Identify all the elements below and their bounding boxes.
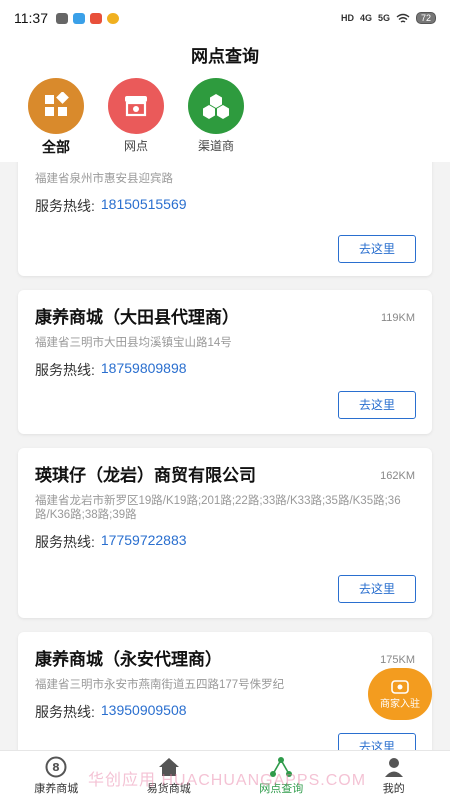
outlet-name: 康养商城（大田县代理商）	[35, 308, 239, 327]
phone-label: 服务热线:	[35, 198, 95, 214]
filter-channel[interactable]: 渠道商	[188, 78, 244, 162]
outlet-card: 康养商城（大田县代理商） 119KM 福建省三明市大田县均溪镇宝山路14号 服务…	[18, 290, 432, 434]
bottom-tab-bar: 8 康养商城 易货商城 网点查询 我的	[0, 750, 450, 800]
outlet-phone-row: 服务热线: 18150515569	[35, 196, 415, 216]
phone-number[interactable]: 17759722883	[101, 532, 187, 552]
bird-icon	[73, 12, 85, 24]
outlet-address: 福建省龙岩市新罗区19路/K19路;201路;22路;33路/K33路;35路/…	[35, 495, 401, 521]
go-here-button[interactable]: 去这里	[338, 235, 416, 263]
go-here-button[interactable]: 去这里	[338, 575, 416, 603]
store-icon	[391, 679, 409, 694]
weibo-icon	[107, 12, 119, 24]
filter-all[interactable]: 全部	[28, 78, 84, 162]
hd-indicator: HD	[340, 13, 354, 23]
status-time: 11:37	[14, 10, 48, 26]
tab-outlet-search[interactable]: 网点查询	[225, 751, 338, 800]
signal-5g: 5G	[377, 13, 390, 23]
shop-icon	[108, 78, 164, 134]
outlet-phone-row: 服务热线: 17759722883	[35, 532, 415, 552]
outlet-address: 福建省三明市永安市燕南街道五四路177号侏罗纪	[35, 679, 285, 691]
page-title: 网点查询	[191, 47, 259, 66]
house-icon	[158, 757, 179, 776]
outlet-head: 康养商城（大田县代理商） 119KM	[35, 290, 415, 328]
svg-text:8: 8	[52, 761, 60, 774]
tab-label: 康养商城	[34, 782, 79, 795]
outlet-address: 福建省泉州市惠安县迎宾路	[35, 173, 173, 185]
outlet-phone-row: 服务热线: 13950909508	[35, 702, 415, 722]
outlet-name: 康养商城（永安代理商）	[35, 650, 222, 669]
filter-label: 全部	[42, 139, 70, 155]
outlet-card: 瑛琪仔（龙岩）商贸有限公司 162KM 福建省龙岩市新罗区19路/K19路;20…	[18, 448, 432, 618]
app-icon	[90, 12, 102, 24]
filter-label: 渠道商	[197, 139, 234, 153]
outlet-distance: 175KM	[380, 654, 415, 666]
merchant-join-label: 商家入驻	[380, 698, 420, 710]
tab-barter-mall[interactable]: 易货商城	[113, 751, 226, 800]
outlet-name: 瑛琪仔（龙岩）商贸有限公司	[35, 466, 256, 485]
tab-label: 易货商城	[146, 782, 191, 795]
notification-icons	[56, 12, 119, 24]
outlet-head: 瑛琪仔（龙岩）商贸有限公司 162KM	[35, 448, 415, 486]
merchant-join-button[interactable]: 商家入驻	[368, 668, 432, 720]
outlet-head: 康养商城（永安代理商） 175KM	[35, 632, 415, 670]
header: 网点查询	[0, 36, 450, 78]
go-here-button[interactable]: 去这里	[338, 391, 416, 419]
phone-number[interactable]: 18759809898	[101, 360, 187, 380]
phone-label: 服务热线:	[35, 534, 95, 550]
home-logo-icon: 8	[45, 756, 67, 777]
tab-label: 我的	[382, 782, 405, 795]
battery-indicator: 72	[415, 12, 436, 24]
grid-icon	[28, 78, 84, 134]
outlet-distance: 119KM	[380, 312, 415, 324]
outlet-phone-row: 服务热线: 18759809898	[35, 360, 415, 380]
phone-number[interactable]: 13950909508	[101, 702, 187, 722]
phone-label: 服务热线:	[35, 704, 95, 720]
user-icon	[384, 757, 403, 777]
phone-label: 服务热线:	[35, 362, 95, 378]
network-icon	[270, 756, 293, 777]
tab-label: 网点查询	[259, 782, 304, 795]
status-bar: 11:37 HD 4G 5G 72	[0, 0, 450, 36]
phone-number[interactable]: 18150515569	[101, 196, 187, 216]
tab-mine[interactable]: 我的	[338, 751, 450, 800]
outlet-address: 福建省三明市大田县均溪镇宝山路14号	[35, 337, 232, 349]
signal-4g: 4G	[359, 13, 372, 23]
go-here-button[interactable]: 去这里	[338, 733, 416, 750]
hexagon-cluster-icon	[188, 78, 244, 134]
status-right: HD 4G 5G 72	[341, 12, 436, 24]
outlet-distance: 162KM	[380, 470, 415, 482]
wechat-icon	[56, 12, 68, 24]
outlet-list[interactable]: 福建省泉州市惠安县迎宾路 服务热线: 18150515569 去这里 康养商城（…	[0, 162, 450, 750]
tab-kangyang-mall[interactable]: 8 康养商城	[0, 751, 113, 800]
wifi-icon	[396, 13, 410, 23]
filter-row: 全部 网点 渠道商	[0, 78, 450, 162]
filter-label: 网点	[123, 139, 148, 153]
filter-outlet[interactable]: 网点	[108, 78, 164, 162]
outlet-card: 福建省泉州市惠安县迎宾路 服务热线: 18150515569 去这里	[18, 162, 432, 276]
